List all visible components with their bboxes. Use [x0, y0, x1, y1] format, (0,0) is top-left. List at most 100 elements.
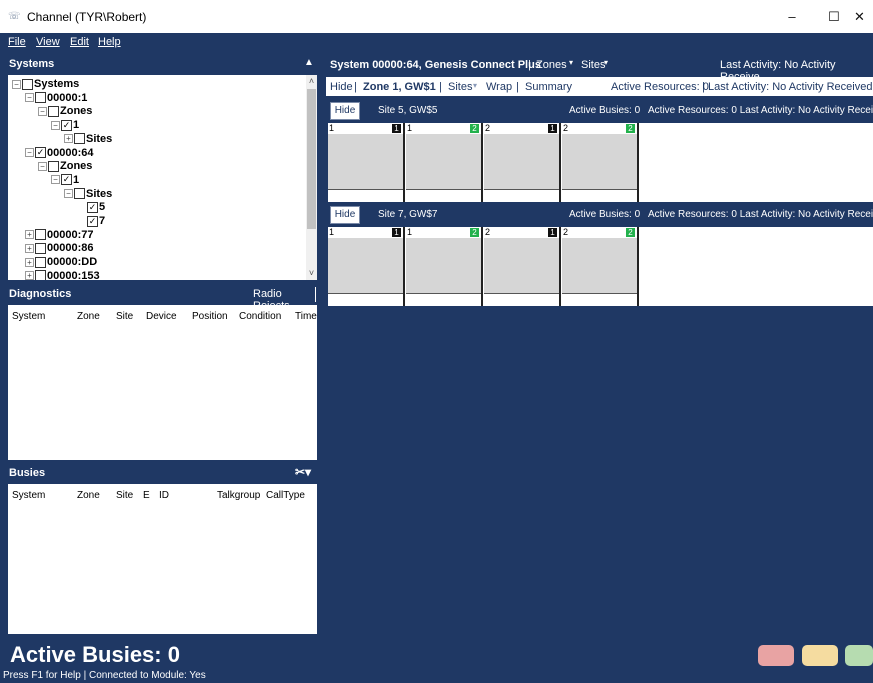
tree-item[interactable]: +00000:86 [25, 242, 94, 254]
column-header[interactable]: ID [159, 490, 169, 501]
diagnostics-header: Diagnostics Radio Rejects [0, 285, 320, 312]
tile-number: 1 [329, 227, 335, 237]
tree-item[interactable]: − Systems [12, 78, 79, 90]
collapse-icon[interactable]: − [12, 79, 21, 89]
scroll-up-icon[interactable]: ˄ [306, 75, 317, 87]
collapse-icon[interactable]: − [51, 175, 60, 185]
column-header[interactable]: E [143, 490, 150, 501]
collapse-icon[interactable]: − [25, 148, 34, 158]
tree-item[interactable]: − Zones [38, 105, 92, 117]
tree-checkbox[interactable]: ✓ [35, 147, 46, 159]
tree-checkbox[interactable] [48, 105, 59, 117]
tree-item[interactable]: +00000:DD [25, 256, 97, 268]
tree-item[interactable]: − Zones [38, 160, 92, 172]
status-light-red [758, 645, 794, 666]
resource-tile[interactable]: 22 [562, 227, 639, 306]
tree-item[interactable]: − ✓ 00000:64 [25, 147, 94, 159]
tree-item[interactable]: − 00000:1 [25, 92, 87, 104]
expand-icon[interactable]: + [25, 271, 34, 280]
resource-tile[interactable]: 21 [484, 227, 561, 306]
tree-item-label: 00000:DD [47, 256, 98, 269]
scroll-down-icon[interactable]: ˅ [306, 267, 317, 279]
tree-checkbox[interactable]: ✓ [61, 174, 72, 186]
tree-checkbox[interactable]: ✓ [87, 201, 98, 213]
resource-tile[interactable]: 12 [406, 123, 483, 202]
tree-checkbox[interactable] [48, 160, 59, 172]
resource-tile[interactable]: 22 [562, 123, 639, 202]
menu-file[interactable]: File [8, 36, 26, 48]
site-info: Active Resources: 0 Last Activity: No Ac… [648, 209, 873, 220]
column-header[interactable]: System [12, 490, 45, 501]
column-header[interactable]: System [12, 311, 45, 322]
tree-item[interactable]: +00000:77 [25, 229, 94, 241]
minimize-button[interactable]: – [771, 0, 813, 33]
expand-icon[interactable]: + [25, 243, 34, 253]
column-header[interactable]: Site [116, 311, 133, 322]
tree-checkbox[interactable] [74, 133, 85, 145]
scroll-thumb[interactable] [307, 89, 316, 229]
app-icon: ☏ [8, 11, 21, 22]
collapse-icon[interactable]: − [51, 120, 60, 130]
tile-header: 11 [328, 123, 403, 134]
tree-item[interactable]: ✓ 5 [77, 201, 105, 213]
systems-tree[interactable]: − Systems −00000:1− Zones − ✓ 1 + Sites − ✓ 00000:6… [8, 75, 317, 280]
tree-checkbox[interactable]: ✓ [87, 215, 98, 227]
tile-header: 22 [562, 123, 637, 134]
column-header[interactable]: Condition [239, 311, 281, 322]
collapse-icon[interactable]: ▲ [304, 57, 314, 68]
site-hide-button[interactable]: Hide [330, 206, 360, 224]
tree-checkbox[interactable] [74, 188, 85, 200]
menu-view[interactable]: View [36, 36, 60, 48]
column-header[interactable]: CallType [266, 490, 305, 501]
tree-item-label: 5 [99, 201, 106, 214]
collapse-icon[interactable]: − [38, 161, 47, 171]
resource-tile[interactable]: 11 [328, 227, 405, 306]
tree-checkbox[interactable] [22, 78, 33, 90]
collapse-icon[interactable]: − [64, 189, 73, 199]
tree-checkbox[interactable] [35, 229, 46, 241]
site-hide-button[interactable]: Hide [330, 102, 360, 120]
column-header[interactable]: Site [116, 490, 133, 501]
expand-icon[interactable]: + [25, 230, 34, 240]
collapse-icon[interactable]: − [25, 93, 34, 103]
zones-menu[interactable]: Zones [536, 59, 567, 71]
tree-item[interactable]: − ✓ 1 [51, 119, 79, 131]
tile-badge: 2 [470, 228, 479, 237]
resource-tile[interactable]: 12 [406, 227, 483, 306]
tree-checkbox[interactable]: ✓ [61, 119, 72, 131]
column-header[interactable]: Talkgroup [217, 490, 260, 501]
expand-icon[interactable]: + [64, 134, 73, 144]
close-button[interactable]: ✕ [846, 0, 873, 33]
menu-edit[interactable]: Edit [70, 36, 89, 48]
tree-item[interactable]: − Sites [64, 188, 112, 200]
tree-checkbox[interactable] [35, 242, 46, 254]
summary-button[interactable]: Summary [525, 81, 572, 93]
expand-icon[interactable]: + [25, 257, 34, 267]
column-header[interactable]: Zone [77, 490, 100, 501]
zone-hide-button[interactable]: Hide [330, 81, 353, 93]
wrap-button[interactable]: Wrap [486, 81, 512, 93]
tree-checkbox[interactable] [35, 92, 46, 104]
zone-sites-menu[interactable]: Sites [448, 81, 472, 93]
sites-menu[interactable]: Sites [581, 59, 605, 71]
tree-checkbox[interactable] [35, 270, 46, 280]
column-header[interactable]: Device [146, 311, 177, 322]
column-header[interactable]: Position [192, 311, 228, 322]
separator: | [528, 59, 531, 71]
tree-item[interactable]: ✓ 7 [77, 215, 105, 227]
tree-item[interactable]: + Sites [64, 133, 112, 145]
resource-tile[interactable]: 11 [328, 123, 405, 202]
tree-item[interactable]: +00000:153 [25, 270, 100, 280]
tree-checkbox[interactable] [35, 256, 46, 268]
tree-scrollbar[interactable]: ˄ ˅ [306, 75, 317, 280]
menu-help[interactable]: Help [98, 36, 121, 48]
site-tiles: 11122122 [328, 123, 873, 202]
column-header[interactable]: Time [295, 311, 317, 322]
tools-icon[interactable]: ✂▾ [295, 465, 311, 479]
tile-header: 21 [484, 227, 559, 238]
column-header[interactable]: Zone [77, 311, 100, 322]
collapse-icon[interactable]: − [38, 106, 47, 116]
tree-item[interactable]: − ✓ 1 [51, 174, 79, 186]
resource-tile[interactable]: 21 [484, 123, 561, 202]
tile-header: 12 [406, 123, 481, 134]
